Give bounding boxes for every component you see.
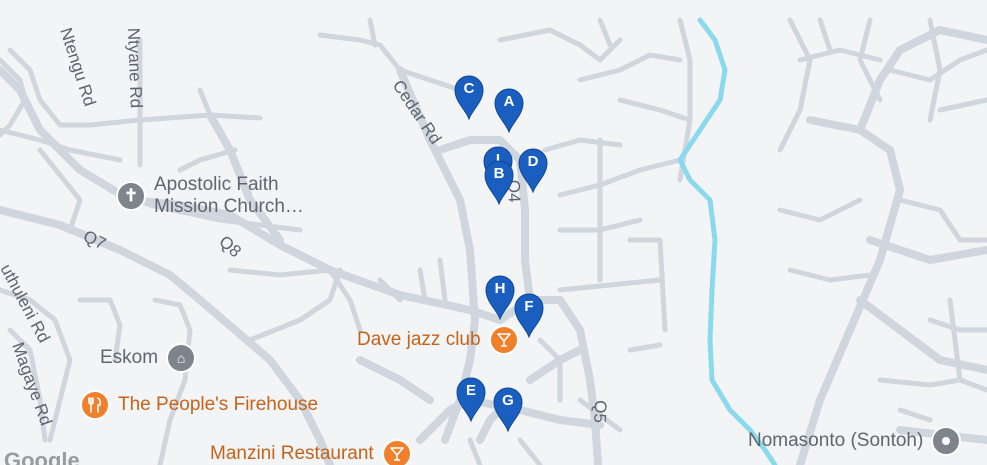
marker-a[interactable]: A (492, 87, 526, 133)
river (677, 17, 778, 465)
road-label-cedar: Cedar Rd (389, 77, 445, 148)
map-canvas[interactable]: Ntengu Rd Ntyane Rd Cedar Rd Q4 Q7 Q8 Q5… (0, 0, 987, 465)
marker-f[interactable]: F (512, 292, 546, 338)
poi-nomasonto[interactable]: Nomasonto (Sontoh) (748, 426, 962, 456)
poi-church-line1: Apostolic Faith (154, 174, 279, 195)
poi-nomasonto-label: Nomasonto (Sontoh) (748, 430, 924, 451)
marker-g-label: G (502, 392, 514, 409)
poi-apostolic-faith-church[interactable]: ✝ Apostolic Faith Mission Church… (116, 174, 304, 218)
cocktail-icon (381, 439, 412, 465)
marker-e[interactable]: E (454, 376, 488, 422)
road-label-q5: Q5 (590, 400, 610, 423)
poi-manzini-restaurant[interactable]: Manzini Restaurant (210, 439, 412, 465)
marker-a-label: A (503, 93, 515, 110)
location-icon (931, 426, 962, 456)
poi-manzini-label: Manzini Restaurant (210, 443, 374, 464)
marker-d[interactable]: D (516, 147, 550, 193)
road-label-buthuleni: uthuleni Rd (0, 261, 54, 346)
road-label-q7: Q7 (80, 227, 109, 254)
poi-firehouse-label: The People's Firehouse (118, 394, 319, 415)
road-label-ntengu: Ntengu Rd (56, 25, 99, 108)
poi-eskom[interactable]: Eskom ⌂ (100, 343, 197, 373)
building-icon: ⌂ (166, 343, 197, 373)
marker-c[interactable]: C (452, 74, 486, 120)
poi-dave-jazz-label: Dave jazz club (357, 329, 481, 350)
marker-b[interactable]: B (482, 159, 516, 205)
marker-g[interactable]: G (491, 386, 525, 432)
cross-icon: ✝ (116, 181, 146, 211)
restaurant-icon (80, 390, 110, 420)
marker-e-label: E (465, 382, 476, 399)
road-label-q8: Q8 (215, 232, 245, 261)
poi-church-line2: Mission Church… (154, 196, 304, 217)
google-logo: Google (4, 448, 80, 465)
marker-f-label: F (524, 298, 534, 315)
marker-c-label: C (463, 80, 475, 97)
road-label-ntyane: Ntyane Rd (124, 27, 146, 108)
poi-eskom-label: Eskom (100, 347, 159, 368)
marker-d-label: D (527, 153, 539, 170)
marker-b-label: B (493, 165, 505, 182)
poi-peoples-firehouse[interactable]: The People's Firehouse (80, 390, 318, 420)
poi-dave-jazz-club[interactable]: Dave jazz club (357, 325, 519, 355)
